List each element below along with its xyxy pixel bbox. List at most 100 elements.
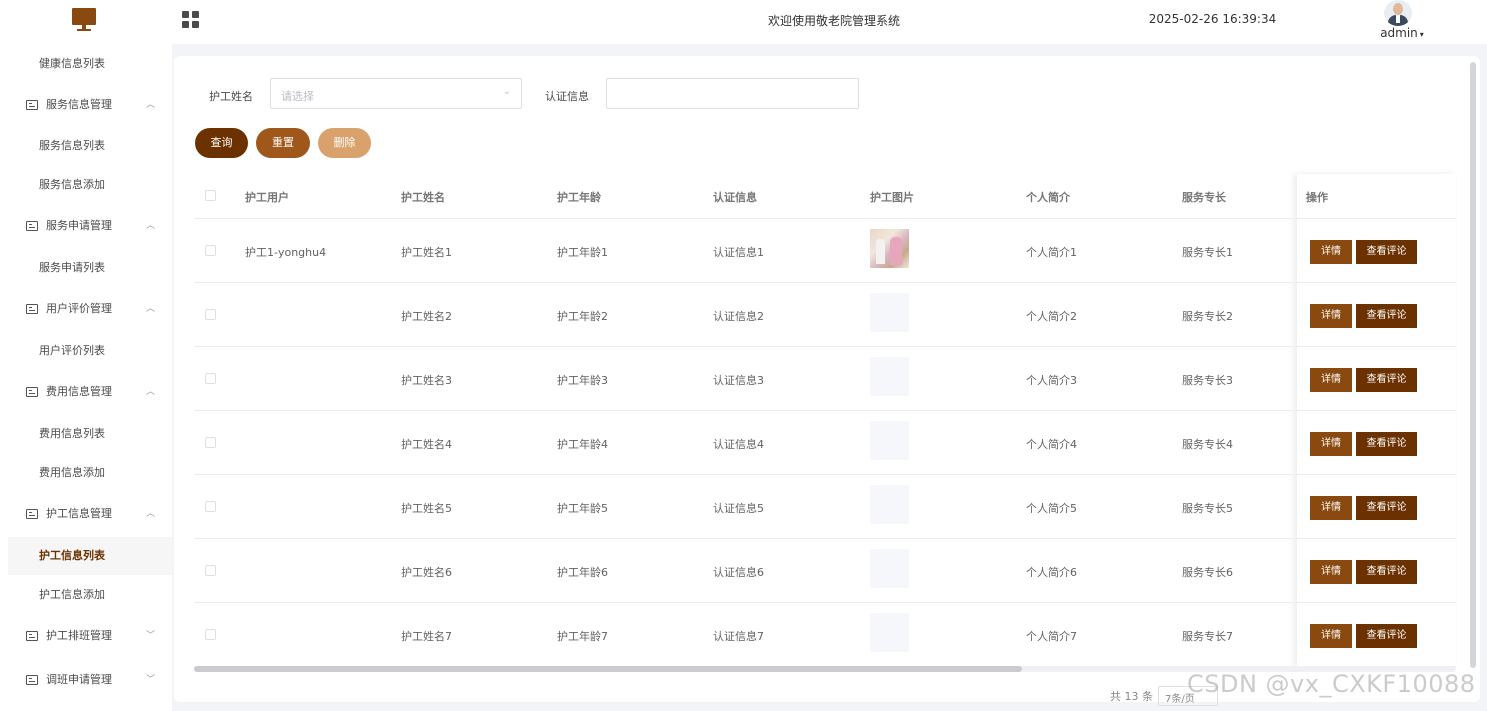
col-header-name: 护工姓名 — [401, 191, 445, 204]
cell-age: 护工年龄7 — [557, 630, 608, 643]
sidebar-item[interactable]: 用户评价管理 ︿ — [0, 290, 172, 328]
sidebar-item[interactable]: 护工信息管理 ︿ — [0, 495, 172, 533]
sidebar-item-label: 护工信息管理 — [46, 507, 112, 520]
cell-cert: 认证信息6 — [713, 566, 764, 579]
view-reviews-button[interactable]: 查看评论 — [1356, 432, 1417, 456]
sidebar-item[interactable]: 服务申请管理 ︿ — [0, 207, 172, 245]
sidebar-item-label: 服务信息管理 — [46, 98, 112, 111]
sidebar-item[interactable]: 护工信息添加 — [0, 576, 172, 614]
detail-button[interactable]: 详情 — [1310, 368, 1352, 392]
cell-skill: 服务专长3 — [1182, 374, 1233, 387]
worker-photo[interactable] — [870, 229, 909, 268]
pagination-total: 共 13 条 — [1110, 690, 1153, 703]
user-avatar[interactable] — [1384, 0, 1412, 26]
chevron-up-icon: ︿ — [146, 387, 156, 397]
grid-menu-icon[interactable] — [182, 11, 199, 28]
worker-photo — [870, 293, 909, 332]
vertical-scrollbar[interactable] — [1470, 62, 1476, 668]
chevron-down-icon: ﹀ — [146, 631, 156, 641]
card-icon — [26, 631, 38, 641]
cert-info-input[interactable] — [606, 78, 859, 109]
sidebar-item[interactable]: 服务信息管理 ︿ — [0, 86, 172, 124]
sidebar-item[interactable]: 服务信息添加 — [0, 166, 172, 204]
detail-button[interactable]: 详情 — [1310, 304, 1352, 328]
view-reviews-button[interactable]: 查看评论 — [1356, 368, 1417, 392]
reset-button[interactable]: 重置 — [256, 128, 310, 158]
query-button[interactable]: 查询 — [195, 128, 248, 158]
watermark-text: CSDN @vx_CXKF10088 — [1187, 670, 1476, 698]
view-reviews-button[interactable]: 查看评论 — [1356, 304, 1417, 328]
sidebar-item[interactable]: 服务申请列表 — [0, 249, 172, 287]
monitor-logo-icon — [72, 8, 96, 32]
scrollbar-thumb[interactable] — [194, 666, 1022, 672]
table-row[interactable]: 护工姓名7 护工年龄7 认证信息7 个人简介7 服务专长7 详情 查看评论 — [194, 603, 1456, 667]
sidebar-item[interactable]: 费用信息列表 — [0, 415, 172, 453]
table-header: 护工用户 护工姓名 护工年龄 认证信息 护工图片 个人简介 服务专长 操作 — [194, 174, 1456, 219]
table-row[interactable]: 护工姓名6 护工年龄6 认证信息6 个人简介6 服务专长6 详情 查看评论 — [194, 539, 1456, 603]
chevron-up-icon: ︿ — [146, 509, 156, 519]
cell-skill: 服务专长1 — [1182, 246, 1233, 259]
sidebar-item[interactable]: 护工排班管理 ﹀ — [0, 617, 172, 655]
cell-age: 护工年龄6 — [557, 566, 608, 579]
detail-button[interactable]: 详情 — [1310, 624, 1352, 648]
worker-photo — [870, 485, 909, 524]
table-row[interactable]: 护工姓名4 护工年龄4 认证信息4 个人简介4 服务专长4 详情 查看评论 — [194, 411, 1456, 475]
cell-intro: 个人简介5 — [1026, 502, 1077, 515]
row-checkbox[interactable] — [205, 629, 216, 640]
cell-name: 护工姓名2 — [401, 310, 452, 323]
detail-button[interactable]: 详情 — [1310, 560, 1352, 584]
cell-skill: 服务专长5 — [1182, 502, 1233, 515]
row-checkbox[interactable] — [205, 501, 216, 512]
detail-button[interactable]: 详情 — [1310, 496, 1352, 520]
row-checkbox[interactable] — [205, 437, 216, 448]
view-reviews-button[interactable]: 查看评论 — [1356, 624, 1417, 648]
user-menu-dropdown[interactable]: admin ▾ — [1374, 26, 1430, 40]
sidebar-item-label: 费用信息列表 — [39, 427, 105, 440]
sidebar-item[interactable]: 用户评价列表 — [0, 332, 172, 370]
row-checkbox[interactable] — [205, 309, 216, 320]
cell-cert: 认证信息3 — [713, 374, 764, 387]
cell-intro: 个人简介4 — [1026, 438, 1077, 451]
sidebar-item[interactable]: 费用信息添加 — [0, 454, 172, 492]
worker-name-select[interactable]: 请选择 ⌄ — [270, 78, 522, 109]
sidebar-item[interactable]: 服务信息列表 — [0, 127, 172, 165]
view-reviews-button[interactable]: 查看评论 — [1356, 496, 1417, 520]
cell-intro: 个人简介3 — [1026, 374, 1077, 387]
card-icon — [26, 387, 38, 397]
card-icon — [26, 509, 38, 519]
detail-button[interactable]: 详情 — [1310, 240, 1352, 264]
cell-skill: 服务专长2 — [1182, 310, 1233, 323]
view-reviews-button[interactable]: 查看评论 — [1356, 560, 1417, 584]
cell-age: 护工年龄2 — [557, 310, 608, 323]
cell-age: 护工年龄3 — [557, 374, 608, 387]
table-row[interactable]: 护工姓名2 护工年龄2 认证信息2 个人简介2 服务专长2 详情 查看评论 — [194, 283, 1456, 347]
row-checkbox[interactable] — [205, 373, 216, 384]
sidebar-item[interactable]: 健康信息列表 — [0, 45, 172, 83]
cell-intro: 个人简介7 — [1026, 630, 1077, 643]
sidebar-item-label: 用户评价列表 — [39, 344, 105, 357]
delete-button[interactable]: 删除 — [318, 128, 371, 158]
detail-button[interactable]: 详情 — [1310, 432, 1352, 456]
sidebar-item[interactable]: 费用信息管理 ︿ — [0, 373, 172, 411]
table-row[interactable]: 护工姓名5 护工年龄5 认证信息5 个人简介5 服务专长5 详情 查看评论 — [194, 475, 1456, 539]
top-header: 欢迎使用敬老院管理系统 2025-02-26 16:39:34 admin ▾ — [0, 0, 1487, 44]
card-icon — [26, 304, 38, 314]
table-row[interactable]: 护工1-yonghu4 护工姓名1 护工年龄1 认证信息1 个人简介1 服务专长1 详情 查看… — [194, 219, 1456, 283]
row-checkbox[interactable] — [205, 565, 216, 576]
sidebar-item-label: 护工排班管理 — [46, 629, 112, 642]
sidebar-item-label: 服务信息列表 — [39, 139, 105, 152]
sidebar-nav: 健康信息列表 服务信息管理 ︿ 服务信息列表 服务信息添加 服务申请管理 ︿ 服务申请列表 用户… — [0, 44, 172, 711]
sidebar-item[interactable]: 护工信息列表 — [8, 537, 172, 575]
cell-skill: 服务专长7 — [1182, 630, 1233, 643]
select-all-checkbox[interactable] — [205, 190, 216, 201]
row-checkbox[interactable] — [205, 245, 216, 256]
caret-down-icon: ▾ — [1419, 30, 1424, 39]
col-header-user: 护工用户 — [245, 191, 289, 204]
view-reviews-button[interactable]: 查看评论 — [1356, 240, 1417, 264]
card-icon — [26, 221, 38, 231]
cell-age: 护工年龄1 — [557, 246, 608, 259]
cell-cert: 认证信息5 — [713, 502, 764, 515]
sidebar-item[interactable]: 调班申请管理 ﹀ — [0, 661, 172, 699]
table-row[interactable]: 护工姓名3 护工年龄3 认证信息3 个人简介3 服务专长3 详情 查看评论 — [194, 347, 1456, 411]
main-panel: 护工姓名 请选择 ⌄ 认证信息 查询 重置 删除 护工用户 护工姓名 护工年龄 … — [174, 56, 1480, 706]
